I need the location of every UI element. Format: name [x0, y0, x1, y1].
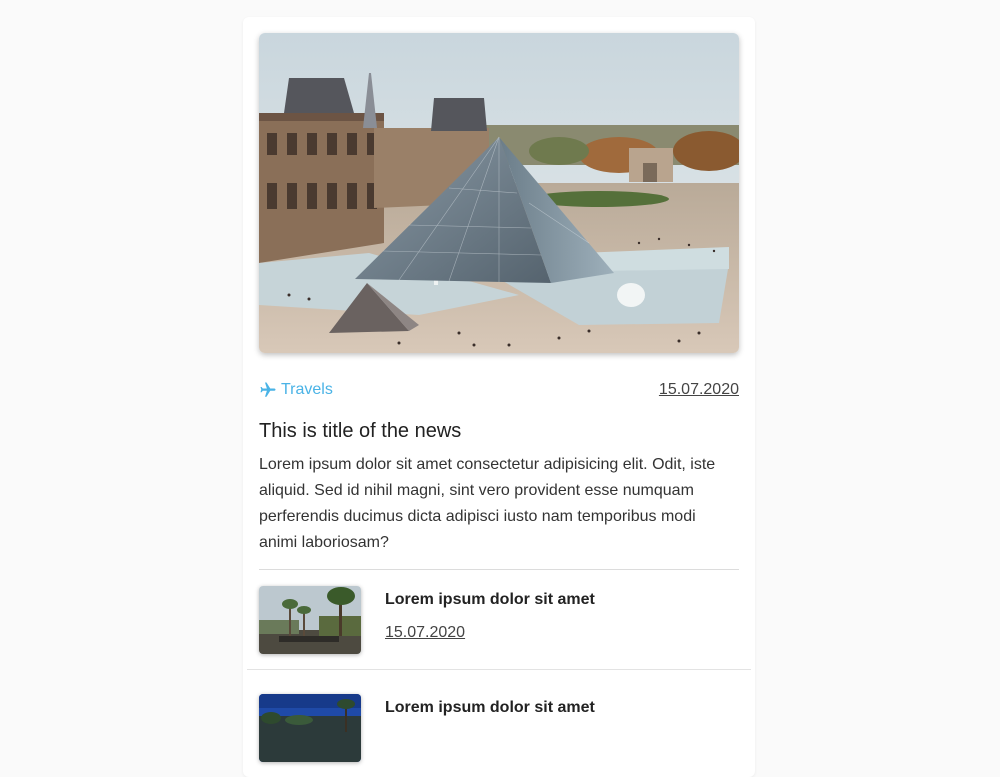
related-date[interactable]: 15.07.2020	[385, 623, 465, 643]
article-meta: Travels 15.07.2020	[259, 379, 739, 401]
related-title[interactable]: Lorem ipsum dolor sit amet	[385, 590, 595, 610]
related-thumbnail[interactable]	[259, 586, 361, 654]
category-link[interactable]: Travels	[259, 379, 333, 401]
category-label: Travels	[281, 381, 333, 398]
related-item[interactable]: Lorem ipsum dolor sit amet 15.07.2020	[259, 586, 739, 656]
related-item[interactable]: Lorem ipsum dolor sit amet	[259, 694, 739, 764]
airplane-icon	[259, 381, 277, 399]
article-date[interactable]: 15.07.2020	[659, 379, 739, 401]
related-thumbnail[interactable]	[259, 694, 361, 762]
divider	[259, 569, 739, 570]
hero-image[interactable]	[259, 33, 739, 353]
article-title[interactable]: This is title of the news	[259, 418, 461, 444]
related-title[interactable]: Lorem ipsum dolor sit amet	[385, 698, 595, 718]
divider	[247, 669, 751, 670]
article-excerpt: Lorem ipsum dolor sit amet consectetur a…	[259, 456, 716, 551]
news-card: Travels 15.07.2020 This is title of the …	[243, 17, 755, 777]
